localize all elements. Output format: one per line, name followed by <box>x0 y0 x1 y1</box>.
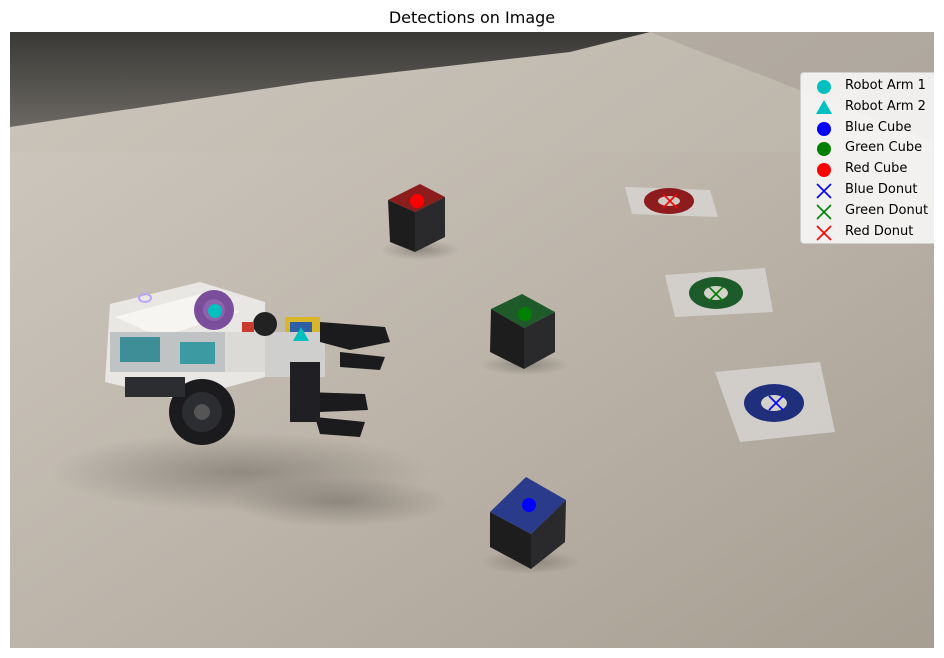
legend-symbol-robot-arm-1 <box>817 80 831 94</box>
legend-symbol-green-donut <box>816 204 832 220</box>
legend-label-robot-arm-2: Robot Arm 2 <box>845 98 926 114</box>
marker-green-donut <box>708 286 724 302</box>
marker-red-donut <box>662 193 678 209</box>
marker-blue-cube <box>522 498 536 512</box>
legend-marker-blue-donut <box>816 183 832 199</box>
legend-item-red-donut: Red Donut <box>801 223 934 243</box>
legend-label-robot-arm-1: Robot Arm 1 <box>845 78 926 93</box>
legend-marker-green-donut <box>816 204 832 220</box>
legend-item-green-donut: Green Donut <box>801 202 934 222</box>
legend-label-blue-donut: Blue Donut <box>845 182 918 197</box>
legend-marker-robot-arm-1 <box>817 80 831 94</box>
legend-item-blue-donut: Blue Donut <box>801 181 934 201</box>
legend-marker-red-cube <box>817 163 831 178</box>
legend-label-blue-cube: Blue Cube <box>845 119 912 135</box>
legend-symbol-blue-cube <box>817 121 831 136</box>
legend-marker-robot-arm-2 <box>815 99 833 114</box>
legend-item-robot-arm-2: Robot Arm 2 <box>801 98 934 118</box>
legend-label-red-cube: Red Cube <box>845 161 908 177</box>
legend-label-red-donut: Red Donut <box>845 223 914 239</box>
legend-item-robot-arm-1: Robot Arm 1 <box>801 77 934 97</box>
legend-item-red-cube: Red Cube <box>801 160 934 180</box>
legend-item-green-cube: Green Cube <box>801 139 934 159</box>
detection-markers <box>208 193 784 512</box>
chart-title: Detections on Image <box>388 8 556 27</box>
legend-marker-green-cube <box>817 142 831 157</box>
legend-symbol-red-donut <box>816 225 832 241</box>
marker-green-cube <box>518 307 532 321</box>
marker-blue-donut <box>768 395 784 411</box>
marker-robot-arm-1 <box>208 304 222 318</box>
legend-symbol-red-cube <box>817 163 831 178</box>
legend: Robot Arm 1 Robot Arm 2 Blue Cube Green Cub… <box>800 72 934 244</box>
legend-symbol-green-cube <box>817 142 831 157</box>
legend-item-blue-cube: Blue Cube <box>801 119 934 139</box>
legend-label-green-donut: Green Donut <box>845 202 929 218</box>
plot-area: Robot Arm 1 Robot Arm 2 Blue Cube Green Cub… <box>10 32 934 648</box>
legend-symbol-robot-arm-2 <box>815 99 833 114</box>
legend-marker-blue-cube <box>817 121 831 136</box>
marker-robot-arm-2 <box>292 326 310 342</box>
legend-marker-red-donut <box>816 225 832 241</box>
marker-red-cube <box>410 194 424 208</box>
legend-label-green-cube: Green Cube <box>845 140 923 156</box>
legend-symbol-blue-donut <box>816 183 832 199</box>
